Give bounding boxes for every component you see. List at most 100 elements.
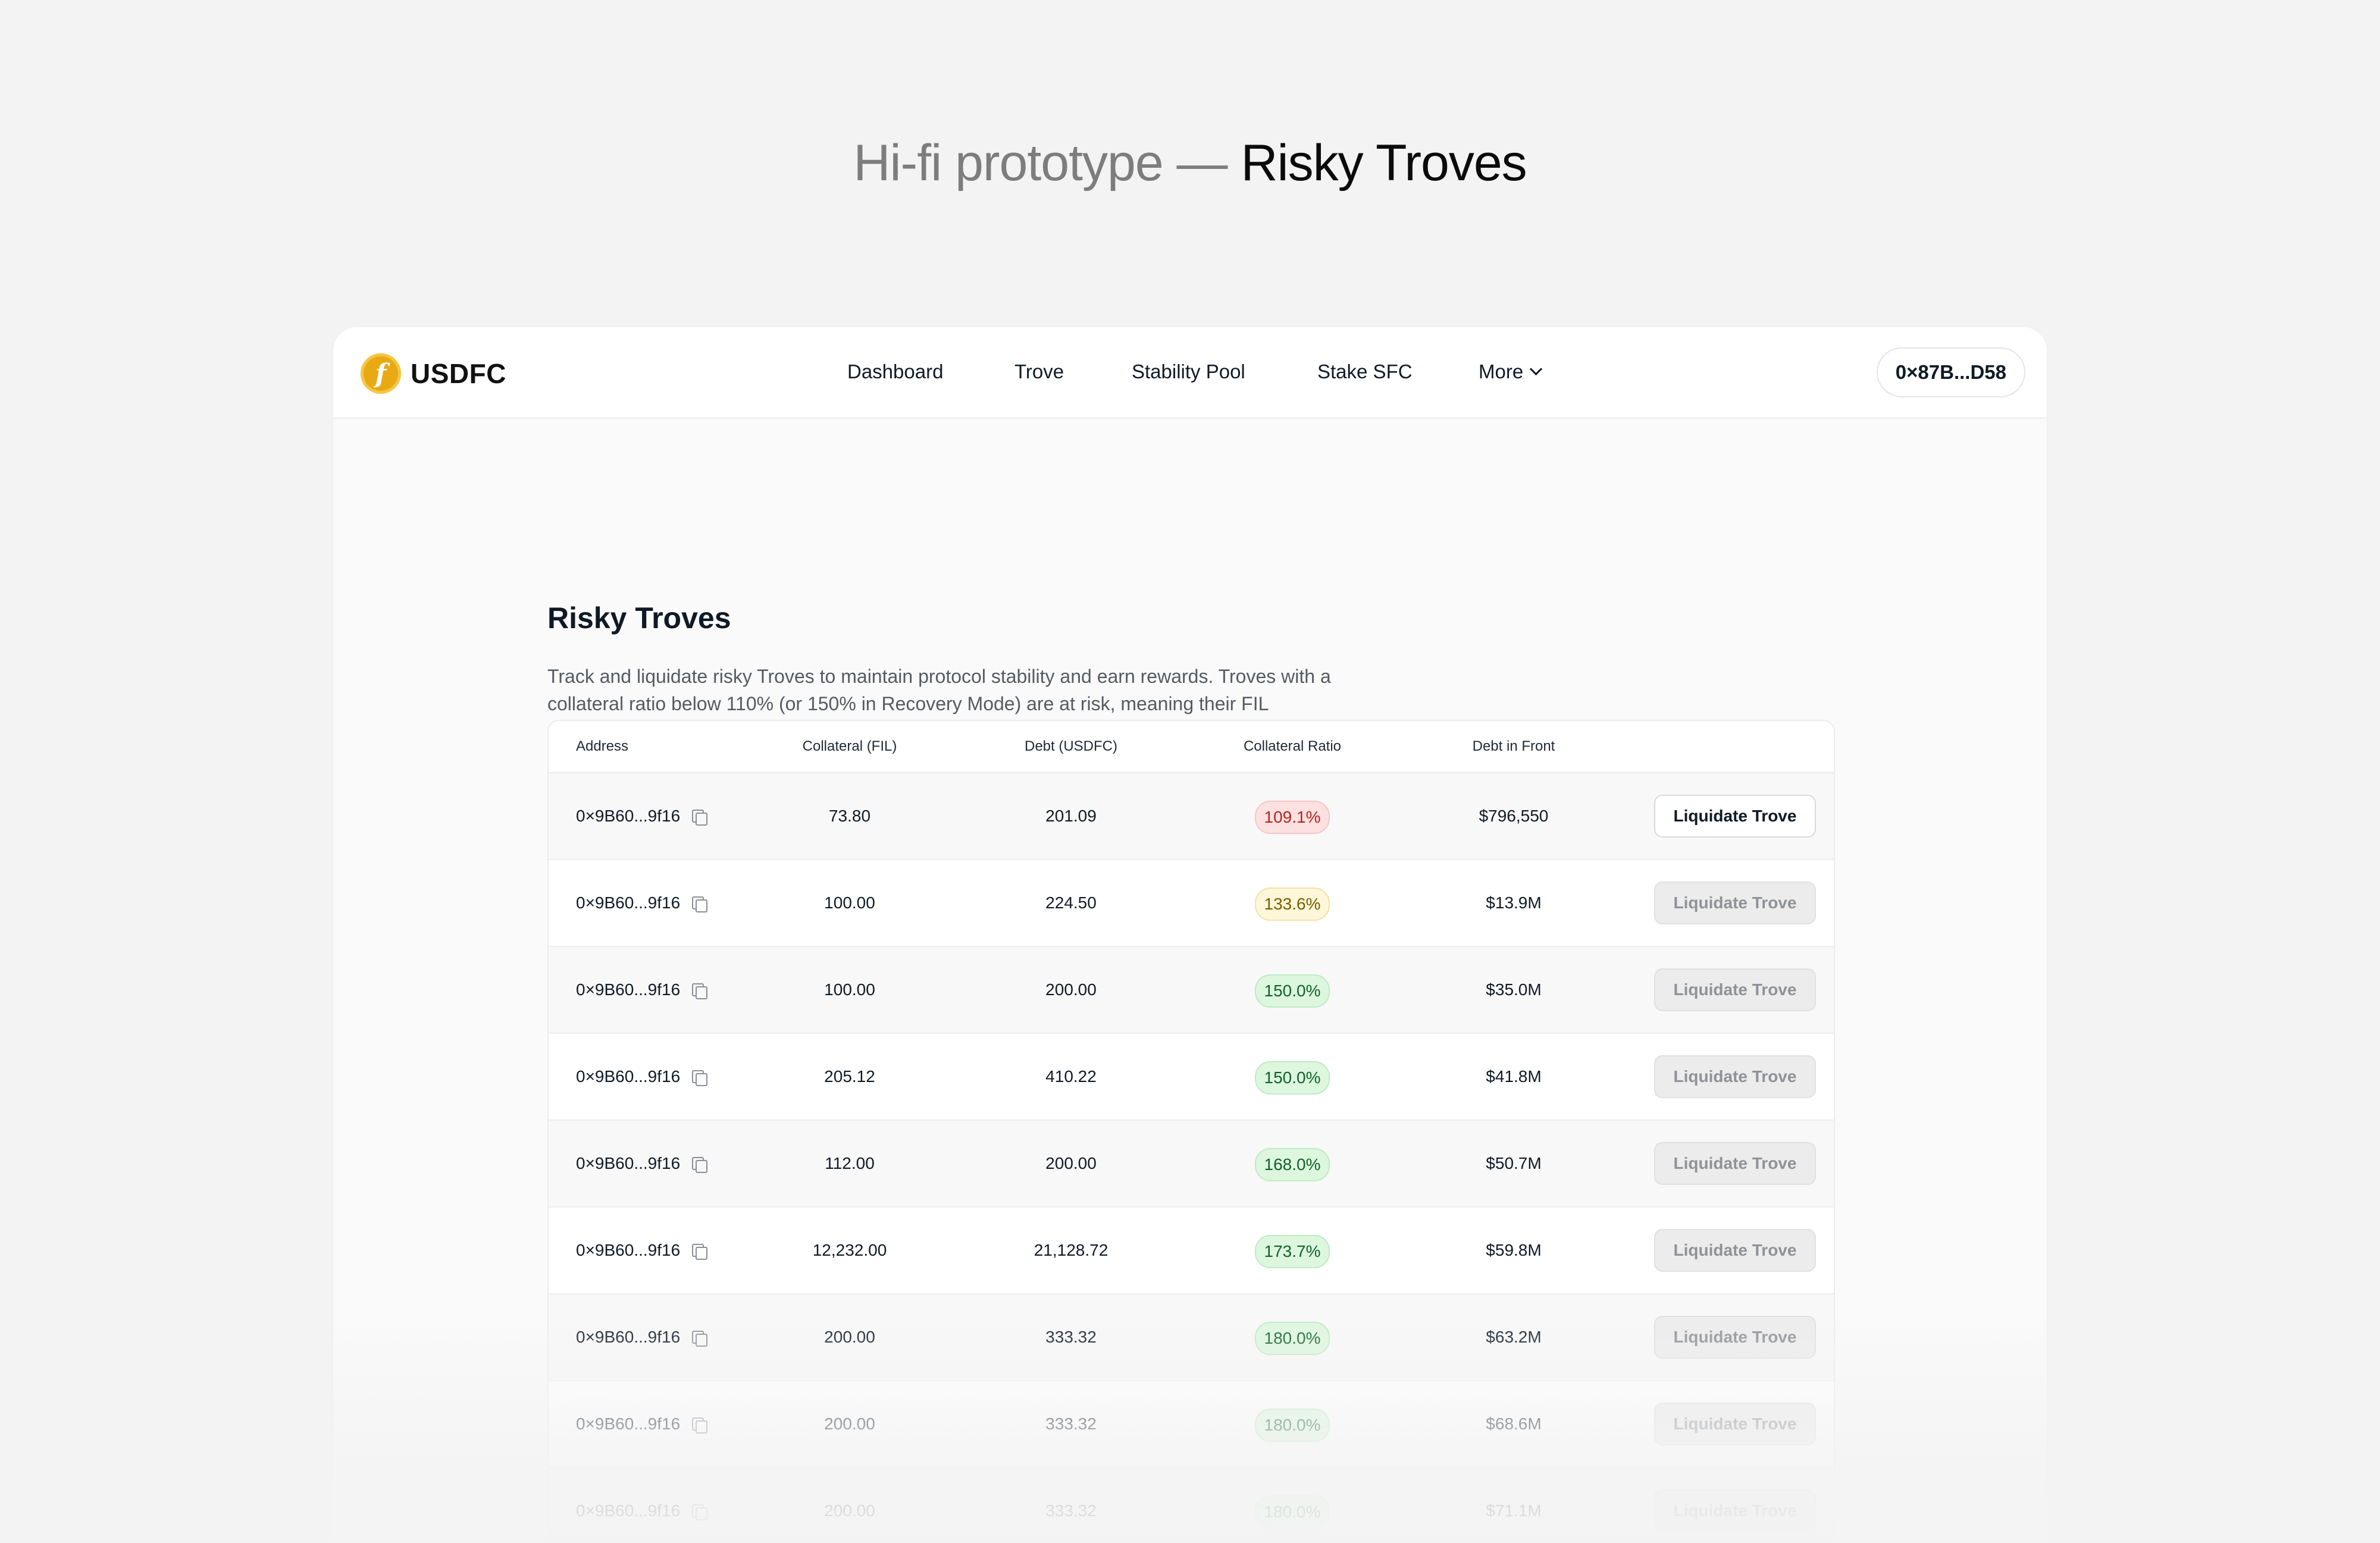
address-cell: 0×9B60...9f16	[576, 1468, 708, 1543]
liquidate-trove-button[interactable]: Liquidate Trove	[1654, 1403, 1816, 1445]
table-row: 0×9B60...9f16 12,232.00 21,128.72 173.7% $59…	[549, 1208, 1834, 1294]
collateral-ratio-cell: 109.1%	[1215, 773, 1370, 859]
debt-in-front-cell: $13.9M	[1486, 893, 1542, 912]
collateral-ratio-badge: 180.0%	[1254, 1495, 1330, 1529]
collateral-ratio-cell: 150.0%	[1215, 947, 1370, 1033]
liquidate-trove-button[interactable]: Liquidate Trove	[1654, 1142, 1816, 1185]
collateral-ratio-badge: 150.0%	[1254, 974, 1330, 1008]
collateral-ratio-cell: 173.7%	[1215, 1208, 1370, 1293]
debt-cell: 21,128.72	[1034, 1241, 1108, 1259]
collateral-ratio-cell: 180.0%	[1215, 1294, 1370, 1380]
trove-address: 0×9B60...9f16	[576, 1154, 681, 1172]
collateral-cell: 205.12	[824, 1067, 875, 1086]
nav-stake-sfc[interactable]: Stake SFC	[1317, 357, 1413, 387]
nav-links: Dashboard Trove Stability Pool Stake SFC…	[333, 327, 2047, 418]
nav-more-label: More	[1479, 360, 1524, 382]
table-row: 0×9B60...9f16 200.00 333.32 180.0% $71.1M Liq…	[549, 1468, 1834, 1543]
copy-icon[interactable]	[692, 983, 708, 999]
collateral-ratio-badge: 173.7%	[1254, 1234, 1330, 1268]
table-row: 0×9B60...9f16 205.12 410.22 150.0% $41.8M Liq…	[549, 1034, 1834, 1121]
copy-icon[interactable]	[692, 1417, 708, 1434]
collateral-ratio-cell: 180.0%	[1215, 1468, 1370, 1543]
copy-icon[interactable]	[692, 896, 708, 912]
table-row: 0×9B60...9f16 200.00 333.32 180.0% $63.2M Liq…	[549, 1294, 1834, 1381]
page-heading-prefix: Hi-fi prototype —	[853, 134, 1241, 192]
copy-icon[interactable]	[692, 1244, 708, 1260]
trove-address: 0×9B60...9f16	[576, 1328, 681, 1346]
debt-cell: 333.32	[1045, 1415, 1097, 1433]
liquidate-trove-button[interactable]: Liquidate Trove	[1654, 1489, 1816, 1532]
trove-address: 0×9B60...9f16	[576, 1501, 681, 1520]
collateral-ratio-badge: 109.1%	[1254, 800, 1330, 834]
header-address: Address	[576, 738, 629, 754]
collateral-cell: 200.00	[824, 1415, 875, 1433]
collateral-cell: 112.00	[825, 1154, 875, 1172]
collateral-cell: 12,232.00	[812, 1241, 887, 1259]
copy-icon[interactable]	[692, 1157, 708, 1173]
debt-in-front-cell: $68.6M	[1486, 1415, 1542, 1433]
table-row: 0×9B60...9f16 200.00 333.32 180.0% $68.6M Liq…	[549, 1381, 1834, 1468]
wallet-button[interactable]: 0×87B...D58	[1876, 347, 2025, 397]
liquidate-trove-button[interactable]: Liquidate Trove	[1654, 882, 1816, 924]
address-cell: 0×9B60...9f16	[576, 1121, 708, 1206]
debt-in-front-cell: $796,550	[1479, 807, 1549, 825]
debt-in-front-cell: $35.0M	[1486, 980, 1542, 999]
liquidate-trove-button[interactable]: Liquidate Trove	[1654, 1316, 1816, 1359]
page-heading-title: Risky Troves	[1241, 134, 1527, 192]
table-body: 0×9B60...9f16 73.80 201.09 109.1% $796,550 Li…	[549, 773, 1834, 1543]
collateral-ratio-badge: 150.0%	[1254, 1061, 1330, 1094]
copy-icon[interactable]	[692, 1504, 708, 1520]
trove-address: 0×9B60...9f16	[576, 1067, 681, 1086]
section-title: Risky Troves	[547, 601, 731, 635]
table-row: 0×9B60...9f16 100.00 200.00 150.0% $35.0M Liq…	[549, 947, 1834, 1034]
top-navbar: f USDFC Dashboard Trove Stability Pool S…	[333, 327, 2047, 419]
trove-address: 0×9B60...9f16	[576, 1241, 681, 1259]
collateral-cell: 100.00	[824, 893, 875, 912]
debt-in-front-cell: $63.2M	[1486, 1328, 1542, 1346]
trove-address: 0×9B60...9f16	[576, 807, 681, 825]
liquidate-trove-button[interactable]: Liquidate Trove	[1654, 968, 1816, 1011]
nav-stability-pool[interactable]: Stability Pool	[1132, 357, 1245, 387]
collateral-ratio-cell: 168.0%	[1215, 1121, 1370, 1206]
trove-address: 0×9B60...9f16	[576, 980, 681, 999]
liquidate-trove-button[interactable]: Liquidate Trove	[1654, 1055, 1816, 1098]
address-cell: 0×9B60...9f16	[576, 1294, 708, 1380]
collateral-cell: 100.00	[824, 980, 875, 999]
app-window: f USDFC Dashboard Trove Stability Pool S…	[333, 327, 2047, 1543]
liquidate-trove-button[interactable]: Liquidate Trove	[1654, 795, 1816, 838]
nav-dashboard[interactable]: Dashboard	[847, 357, 943, 387]
address-cell: 0×9B60...9f16	[576, 860, 708, 946]
nav-more[interactable]: More	[1479, 357, 1543, 387]
collateral-cell: 200.00	[824, 1501, 875, 1520]
debt-in-front-cell: $41.8M	[1486, 1067, 1542, 1086]
address-cell: 0×9B60...9f16	[576, 1034, 708, 1119]
copy-icon[interactable]	[692, 1331, 708, 1347]
address-cell: 0×9B60...9f16	[576, 773, 708, 859]
nav-trove[interactable]: Trove	[1014, 357, 1064, 387]
debt-in-front-cell: $50.7M	[1486, 1154, 1542, 1172]
troves-table: Address Collateral (FIL) Debt (USDFC) Co…	[547, 720, 1835, 1543]
copy-icon[interactable]	[692, 810, 708, 826]
collateral-ratio-cell: 180.0%	[1215, 1381, 1370, 1467]
table-row: 0×9B60...9f16 100.00 224.50 133.6% $13.9M Liq…	[549, 860, 1834, 947]
header-collateral: Collateral (FIL)	[802, 738, 897, 754]
table-row: 0×9B60...9f16 112.00 200.00 168.0% $50.7M Liq…	[549, 1121, 1834, 1208]
copy-icon[interactable]	[692, 1070, 708, 1086]
page-heading: Hi-fi prototype — Risky Troves	[0, 127, 2380, 199]
header-collateral-ratio: Collateral Ratio	[1243, 738, 1342, 754]
debt-cell: 200.00	[1045, 980, 1097, 999]
debt-in-front-cell: $59.8M	[1486, 1241, 1542, 1259]
header-debt: Debt (USDFC)	[1024, 738, 1117, 754]
table-header: Address Collateral (FIL) Debt (USDFC) Co…	[549, 721, 1834, 773]
collateral-ratio-badge: 168.0%	[1254, 1147, 1330, 1181]
chevron-down-icon	[1530, 362, 1543, 376]
header-debt-in-front: Debt in Front	[1472, 738, 1555, 754]
debt-cell: 200.00	[1045, 1154, 1097, 1172]
collateral-cell: 200.00	[824, 1328, 875, 1346]
debt-cell: 333.32	[1045, 1501, 1097, 1520]
liquidate-trove-button[interactable]: Liquidate Trove	[1654, 1229, 1816, 1272]
collateral-ratio-cell: 133.6%	[1215, 860, 1370, 946]
collateral-ratio-badge: 133.6%	[1254, 887, 1330, 921]
debt-cell: 333.32	[1045, 1328, 1097, 1346]
debt-in-front-cell: $71.1M	[1486, 1501, 1542, 1520]
